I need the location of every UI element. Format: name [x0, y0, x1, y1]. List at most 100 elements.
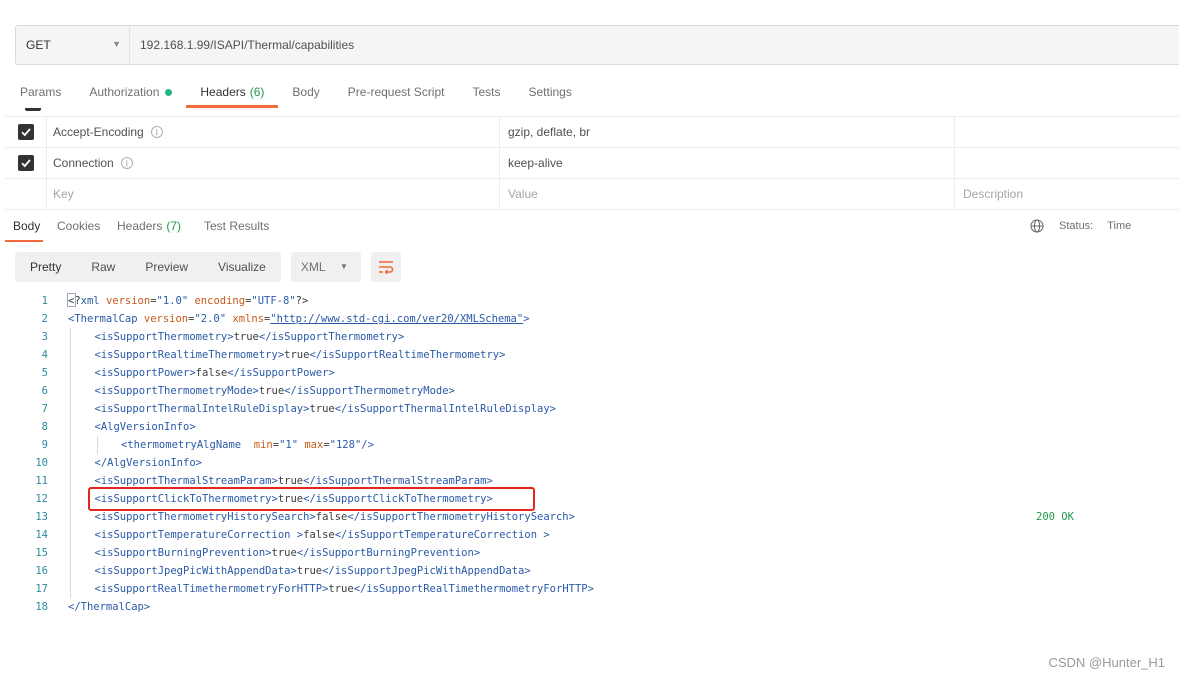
line-number: 12	[35, 493, 48, 505]
header-value-cell[interactable]: gzip, deflate, br	[500, 117, 955, 147]
indent-guide	[70, 472, 71, 490]
header-key: Accept-Encoding	[53, 125, 144, 139]
tab-settings[interactable]: Settings	[515, 76, 586, 108]
view-raw-button[interactable]: Raw	[76, 252, 130, 282]
line-number: 7	[41, 403, 48, 415]
code-line: 5 <isSupportPower>false</isSupportPower>	[0, 364, 1179, 382]
indent-guide	[70, 418, 71, 436]
view-pretty-button[interactable]: Pretty	[15, 252, 76, 282]
indent-guide	[70, 544, 71, 562]
code-text: <AlgVersionInfo>	[94, 421, 196, 433]
format-label: XML	[300, 260, 326, 274]
response-body-code[interactable]: 1 <?xml version="1.0" encoding="UTF-8"?> 2…	[0, 292, 1179, 616]
tab-label: Params	[20, 85, 62, 99]
new-description-input[interactable]: Description	[955, 179, 1179, 209]
code-line: 4 <isSupportRealtimeThermometry>true</isS…	[0, 346, 1179, 364]
tab-body[interactable]: Body	[278, 76, 333, 108]
indent-guide	[70, 346, 71, 364]
line-number: 8	[41, 421, 48, 433]
chevron-down-icon: ▼	[112, 39, 121, 49]
line-number: 16	[35, 565, 48, 577]
bracket-match-box	[67, 293, 76, 307]
table-row: Accept-Encoding i gzip, deflate, br	[5, 117, 1179, 148]
tab-response-headers[interactable]: Headers (7)	[117, 211, 181, 241]
indent-guide	[70, 400, 71, 418]
code-text: <isSupportThermometryMode>true</isSuppor…	[94, 385, 455, 397]
code-text: </ThermalCap>	[68, 601, 151, 613]
code-text: <isSupportThermometryHistorySearch>false…	[94, 511, 575, 523]
code-text: <isSupportTemperatureCorrection >false</…	[94, 529, 550, 541]
code-text: <?xml version="1.0" encoding="UTF-8"?>	[68, 295, 309, 307]
header-value: keep-alive	[508, 156, 563, 170]
tab-tests[interactable]: Tests	[458, 76, 514, 108]
highlight-box	[88, 487, 535, 511]
indent-guide	[70, 364, 71, 382]
globe-icon[interactable]	[1030, 219, 1044, 233]
chevron-down-icon: ▼	[339, 262, 348, 271]
code-line: 8 <AlgVersionInfo>	[0, 418, 1179, 436]
format-select[interactable]: XML ▼	[290, 252, 361, 282]
value-placeholder: Value	[508, 187, 538, 201]
tab-label: Authorization	[89, 85, 160, 99]
header-description-cell[interactable]	[955, 117, 1179, 147]
tab-label: Headers	[200, 85, 246, 99]
tab-label: Body	[13, 219, 41, 233]
indent-guide	[70, 490, 71, 508]
method-label: GET	[26, 38, 51, 52]
key-placeholder: Key	[53, 187, 74, 201]
tab-label: Body	[292, 85, 320, 99]
tab-test-results[interactable]: Test Results	[204, 211, 269, 241]
table-row: Connection i keep-alive	[5, 148, 1179, 179]
header-value: gzip, deflate, br	[508, 125, 591, 139]
new-key-input[interactable]: Key	[47, 179, 500, 209]
response-view-toolbar: Pretty Raw Preview Visualize XML ▼	[15, 252, 401, 282]
row-checkbox-cell	[5, 179, 47, 209]
header-key: Connection	[53, 156, 114, 170]
checkbox[interactable]	[17, 155, 34, 171]
header-key-cell[interactable]: Accept-Encoding i	[47, 117, 500, 147]
line-number: 9	[41, 439, 48, 451]
code-line: 10 </AlgVersionInfo>	[0, 454, 1179, 472]
line-number: 15	[35, 547, 48, 559]
header-description-cell[interactable]	[955, 148, 1179, 178]
new-value-input[interactable]: Value	[500, 179, 955, 209]
indent-guide	[70, 436, 71, 454]
tab-params[interactable]: Params	[0, 76, 75, 108]
partial-checkbox	[25, 108, 41, 111]
tab-count: (6)	[249, 85, 265, 99]
view-visualize-button[interactable]: Visualize	[203, 252, 281, 282]
tab-label: Settings	[528, 85, 572, 99]
checkbox[interactable]	[17, 124, 34, 140]
code-line: 2 <ThermalCap version="2.0" xmlns="http:/…	[0, 310, 1179, 328]
indent-guide	[70, 328, 71, 346]
status-label: Status:	[1059, 220, 1094, 232]
tab-response-body[interactable]: Body	[4, 211, 44, 242]
tab-count: (7)	[166, 219, 182, 233]
watermark: CSDN @Hunter_H1	[1048, 655, 1165, 670]
url-input[interactable]: 192.168.1.99/ISAPI/Thermal/capabilities	[130, 26, 1179, 64]
tab-cookies[interactable]: Cookies	[57, 211, 100, 241]
info-icon[interactable]: i	[120, 157, 133, 169]
row-checkbox-cell	[5, 148, 47, 178]
code-text: <isSupportRealtimeThermometry>true</isSu…	[94, 349, 506, 361]
wrap-lines-button[interactable]	[370, 252, 401, 282]
info-icon[interactable]: i	[150, 126, 163, 138]
code-text: <isSupportPower>false</isSupportPower>	[94, 367, 335, 379]
header-key-cell[interactable]: Connection i	[47, 148, 500, 178]
code-line: 18 </ThermalCap>	[0, 598, 1179, 616]
indent-guide	[70, 526, 71, 544]
tab-pre-request-script[interactable]: Pre-request Script	[334, 76, 459, 108]
code-line: 17 <isSupportRealTimethermometryForHTTP>t…	[0, 580, 1179, 598]
cut-off-title: · ·	[0, 0, 1179, 10]
tab-authorization[interactable]: Authorization	[75, 76, 186, 108]
method-select[interactable]: GET ▼	[16, 26, 130, 64]
code-line: 9 <thermometryAlgName min="1" max="128"/>	[0, 436, 1179, 454]
line-number: 18	[35, 601, 48, 613]
tab-headers[interactable]: Headers (6)	[186, 76, 279, 108]
header-value-cell[interactable]: keep-alive	[500, 148, 955, 178]
view-preview-button[interactable]: Preview	[130, 252, 203, 282]
line-number: 5	[41, 367, 48, 379]
indent-guide	[70, 580, 71, 598]
line-number: 17	[35, 583, 48, 595]
code-line: 1 <?xml version="1.0" encoding="UTF-8"?>	[0, 292, 1179, 310]
